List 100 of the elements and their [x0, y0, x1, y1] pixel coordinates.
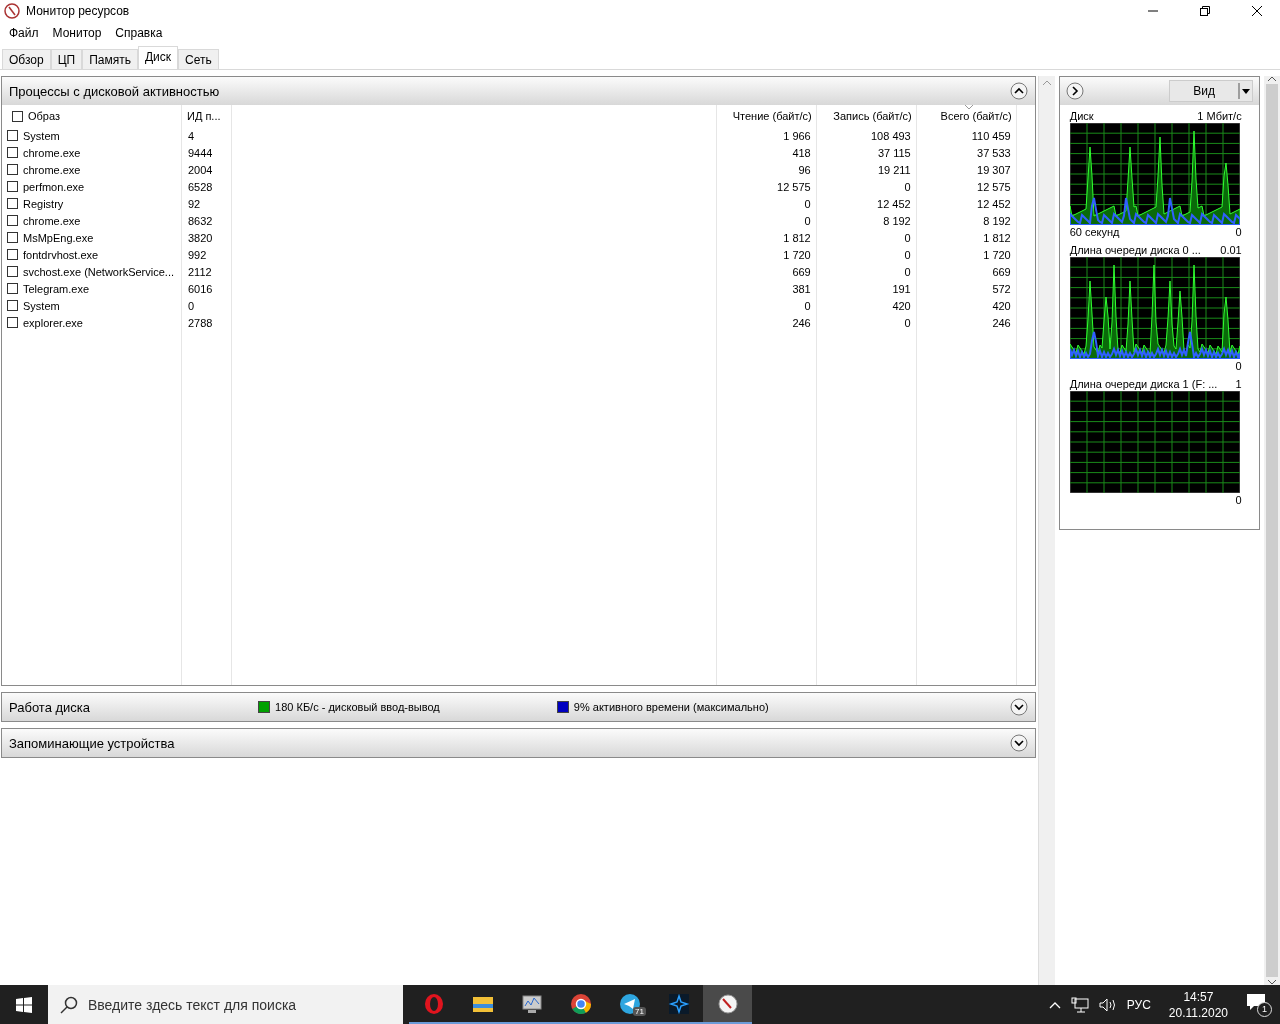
window-title: Монитор ресурсов [26, 4, 131, 18]
close-icon[interactable] [1252, 6, 1262, 16]
menu-item[interactable]: Монитор [45, 25, 109, 40]
column-header[interactable]: Запись (байт/с) [833, 110, 912, 122]
table-cell: 96 [798, 163, 811, 176]
table-cell: 2112 [188, 265, 212, 278]
table-cell: 12 452 [977, 197, 1011, 210]
table-cell: 2788 [188, 316, 213, 329]
table-cell: 572 [992, 282, 1011, 295]
windows-logo-icon[interactable] [16, 996, 32, 1013]
graph-max-value: 1 Мбит/с [1197, 110, 1242, 122]
table-cell: 37 533 [977, 146, 1011, 159]
checkbox[interactable] [12, 110, 23, 122]
graph-time-span: 60 секунд [1069, 226, 1120, 238]
checkbox[interactable] [7, 198, 18, 209]
checkbox[interactable] [7, 300, 18, 311]
legend-label: 9% активного времени (максимально) [573, 701, 769, 713]
graph-min-value: 0 [1235, 226, 1242, 238]
search-box[interactable]: Введите здесь текст для поиска [48, 985, 403, 1024]
checkbox[interactable] [7, 266, 18, 277]
column-header[interactable]: Образ [28, 110, 60, 122]
clock[interactable]: 14:57 20.11.2020 [1168, 988, 1228, 1021]
scrollbar[interactable] [1264, 76, 1280, 985]
restore-icon[interactable] [1200, 6, 1210, 16]
table-cell: 9444 [188, 146, 213, 159]
star-logo-icon [668, 993, 689, 1014]
table-cell: 1 720 [983, 248, 1011, 261]
taskbar-app-button[interactable] [703, 985, 752, 1024]
checkbox[interactable] [7, 147, 18, 158]
section-title: Работа диска [9, 699, 91, 715]
expand-panel-button[interactable] [1065, 82, 1084, 100]
tab[interactable]: Сеть [178, 49, 219, 69]
checkbox[interactable] [7, 232, 18, 243]
checkbox[interactable] [7, 130, 18, 141]
tab[interactable]: Диск [138, 46, 179, 69]
expand-button[interactable] [1009, 698, 1028, 716]
graph-max-value: 1 [1235, 378, 1242, 390]
section-title: Запоминающие устройства [9, 735, 175, 751]
graph-title: Длина очереди диска 0 ... [1069, 244, 1201, 256]
opera-icon [424, 993, 443, 1014]
graph-title: Длина очереди диска 1 (F: ... [1069, 378, 1218, 390]
search-field[interactable]: Введите здесь текст для поиска [88, 996, 378, 1013]
graph-max-value: 0.01 [1220, 244, 1242, 256]
table-cell: 8 192 [983, 214, 1011, 227]
caret-icon[interactable] [1238, 81, 1253, 101]
table-cell: 8 192 [883, 214, 911, 227]
table-cell: 3820 [188, 231, 213, 244]
checkbox[interactable] [7, 164, 18, 175]
collapse-button[interactable] [1009, 82, 1028, 100]
tab[interactable]: Память [82, 49, 138, 69]
table-cell: svchost.exe (NetworkService... [23, 265, 174, 278]
checkbox[interactable] [7, 283, 18, 294]
table-cell: 6528 [188, 180, 213, 193]
table-cell: 110 459 [971, 129, 1011, 142]
expand-button[interactable] [1009, 734, 1028, 752]
table-cell: 0 [904, 265, 911, 278]
table-cell: fontdrvhost.exe [23, 248, 99, 261]
chevron-up-icon[interactable] [1048, 1000, 1061, 1009]
table-cell: 6016 [188, 282, 213, 295]
tab[interactable]: ЦП [50, 49, 83, 69]
column-header[interactable]: Всего (байт/с) [940, 110, 1012, 122]
table-cell: 4 [188, 129, 195, 142]
table-cell: 381 [792, 282, 811, 295]
table-cell: 418 [792, 146, 811, 159]
table-cell: 420 [992, 299, 1011, 312]
table-cell: 92 [188, 197, 201, 210]
table-cell: Registry [23, 197, 64, 210]
taskbar-app-button[interactable]: 71 [605, 985, 654, 1024]
table-cell: 12 575 [977, 180, 1011, 193]
graph-title: Диск [1069, 110, 1094, 122]
table-cell: 19 307 [977, 163, 1011, 176]
table-cell: 0 [804, 214, 811, 227]
table-cell: 1 812 [783, 231, 811, 244]
chrome-icon [570, 993, 591, 1014]
table-cell: chrome.exe [23, 214, 81, 227]
network-icon[interactable] [1070, 996, 1089, 1013]
table-cell: 12 452 [877, 197, 911, 210]
menu-item[interactable]: Справка [108, 25, 170, 40]
table-cell: 669 [792, 265, 811, 278]
notification-icon[interactable] [1246, 992, 1266, 1011]
section-title: Процессы с дисковой активностью [9, 83, 220, 99]
table-cell: 0 [904, 180, 911, 193]
column-header[interactable]: ИД п... [187, 110, 221, 122]
legend-label: 180 КБ/с - дисковый ввод-вывод [275, 701, 440, 713]
table-cell: 420 [892, 299, 911, 312]
language-indicator[interactable]: РУС [1126, 997, 1151, 1012]
column-header[interactable]: Чтение (байт/с) [732, 110, 812, 122]
speaker-icon[interactable] [1098, 996, 1117, 1013]
table-cell: chrome.exe [23, 146, 81, 159]
menu-item[interactable]: Файл [2, 25, 46, 40]
checkbox[interactable] [7, 181, 18, 192]
view-dropdown-button[interactable]: Вид [1169, 80, 1254, 102]
table-cell: 246 [992, 316, 1011, 329]
tab[interactable]: Обзор [2, 49, 51, 69]
checkbox[interactable] [7, 215, 18, 226]
checkbox[interactable] [7, 249, 18, 260]
table-cell: 1 812 [983, 231, 1011, 244]
gauge-icon [4, 3, 20, 19]
checkbox[interactable] [7, 317, 18, 328]
table-cell: 8632 [188, 214, 213, 227]
